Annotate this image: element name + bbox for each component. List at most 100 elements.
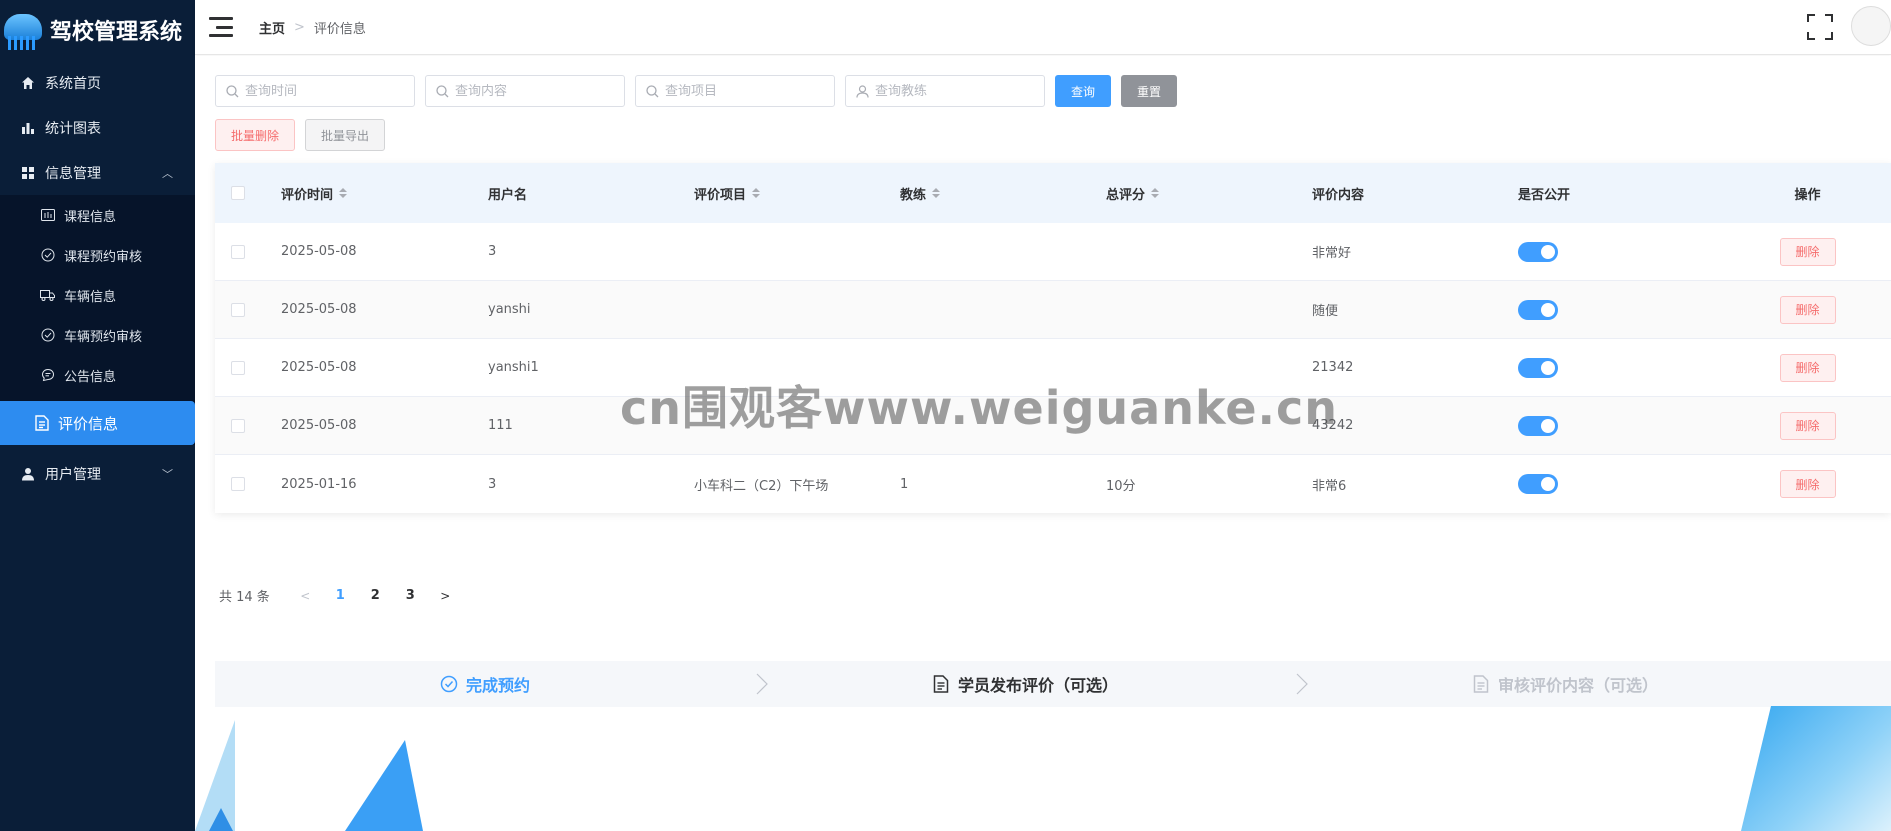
breadcrumb-home[interactable]: 主页 (259, 18, 285, 37)
cell-user: 3 (488, 244, 497, 259)
table-row: 2025-05-08 yanshi 随便 删除 (215, 281, 1891, 339)
menu-toggle-icon[interactable] (209, 17, 233, 37)
sort-icon[interactable] (932, 188, 941, 198)
step-label: 学员发布评价（可选） (957, 676, 1118, 695)
search-toolbar: 查询 重置 (215, 75, 1177, 107)
public-toggle[interactable] (1518, 415, 1558, 436)
column-label: 操作 (1794, 187, 1821, 203)
delete-button[interactable]: 删除 (1779, 353, 1836, 382)
document-icon (34, 415, 49, 431)
cell-content: 非常好 (1312, 246, 1352, 261)
column-header-score[interactable]: 总评分 (1106, 184, 1312, 203)
sort-icon[interactable] (1151, 188, 1160, 198)
batch-delete-button[interactable]: 批量删除 (215, 119, 295, 151)
home-icon (20, 75, 36, 91)
column-label: 评价项目 (694, 187, 747, 203)
search-coach-box (845, 75, 1045, 107)
search-content-box (425, 75, 625, 107)
user-icon (20, 466, 36, 482)
delete-button[interactable]: 删除 (1779, 237, 1836, 266)
sidebar-item-label: 统计图表 (45, 120, 101, 137)
batch-export-button[interactable]: 批量导出 (305, 119, 385, 151)
course-icon (40, 208, 55, 223)
next-page-icon[interactable]: > (428, 589, 463, 603)
select-all-checkbox[interactable] (231, 186, 245, 200)
public-toggle[interactable] (1518, 241, 1558, 262)
avatar[interactable] (1851, 6, 1891, 46)
process-steps: 完成预约 学员发布评价（可选） 审核评价内容（可选） (215, 661, 1891, 707)
row-checkbox[interactable] (231, 477, 245, 491)
column-header-item[interactable]: 评价项目 (694, 184, 900, 203)
sidebar-item-course-info[interactable]: 课程信息 (0, 195, 195, 235)
batch-toolbar: 批量删除 批量导出 (215, 119, 385, 151)
submenu-info: 课程信息 课程预约审核 车辆信息 车辆预约审核 公告信息 评价信息 (0, 195, 195, 445)
search-item-input[interactable] (665, 83, 825, 99)
sidebar-item-notice-info[interactable]: 公告信息 (0, 355, 195, 395)
decorative-shape (209, 808, 233, 831)
search-icon (645, 84, 659, 98)
search-content-input[interactable] (455, 83, 615, 99)
sidebar-item-course-review[interactable]: 课程预约审核 (0, 235, 195, 275)
check-circle-icon (40, 248, 55, 263)
chevron-up-icon: ︿ (162, 167, 173, 180)
delete-button[interactable]: 删除 (1779, 411, 1836, 440)
fullscreen-icon[interactable] (1807, 14, 1833, 40)
bar-chart-icon (20, 120, 36, 136)
public-toggle[interactable] (1518, 299, 1558, 320)
app-title: 驾校管理系统 (50, 20, 183, 45)
column-header-user: 用户名 (488, 184, 694, 203)
public-toggle[interactable] (1518, 474, 1558, 494)
cell-coach: 1 (900, 476, 909, 492)
evaluation-table: 评价时间 用户名 评价项目 教练 总评分 评价内容 是否公开 操作 2025-0… (215, 163, 1891, 513)
check-circle-icon (40, 328, 55, 343)
column-label: 总评分 (1106, 187, 1146, 203)
step-label: 审核评价内容（可选） (1497, 676, 1658, 695)
row-checkbox[interactable] (231, 360, 245, 375)
sort-icon[interactable] (752, 188, 761, 198)
reset-button[interactable]: 重置 (1121, 75, 1177, 107)
search-item-box (635, 75, 835, 107)
cell-time: 2025-05-08 (281, 418, 357, 433)
search-time-box (215, 75, 415, 107)
row-checkbox[interactable] (231, 244, 245, 259)
breadcrumb: 主页 > 评价信息 (259, 18, 366, 37)
sidebar-item-label: 用户管理 (45, 466, 101, 483)
pagination: 共 14 条 < 1 2 3 > (219, 586, 463, 605)
sidebar-item-evaluation-info[interactable]: 评价信息 (0, 401, 195, 445)
prev-page-icon[interactable]: < (288, 589, 323, 603)
column-header-time[interactable]: 评价时间 (281, 184, 488, 203)
sidebar-item-label: 课程预约审核 (64, 249, 143, 265)
search-time-input[interactable] (245, 83, 405, 99)
sidebar-item-home[interactable]: 系统首页 (0, 60, 195, 105)
cell-content: 随便 (1312, 304, 1339, 319)
cell-user: 3 (488, 476, 497, 492)
page-button-1[interactable]: 1 (323, 588, 358, 603)
query-button[interactable]: 查询 (1055, 75, 1111, 107)
check-circle-icon (440, 675, 458, 693)
sidebar-item-user-management[interactable]: 用户管理 ﹀ (0, 451, 195, 496)
table-row: 2025-01-16 3 小车科二（C2）下午场 1 10分 非常6 删除 (215, 455, 1891, 513)
public-toggle[interactable] (1518, 357, 1558, 378)
sidebar-item-vehicle-review[interactable]: 车辆预约审核 (0, 315, 195, 355)
page-button-2[interactable]: 2 (358, 588, 393, 603)
sidebar-menu-bottom: 用户管理 ﹀ (0, 451, 195, 496)
delete-button[interactable]: 删除 (1779, 470, 1836, 498)
cell-user: 111 (488, 418, 513, 433)
sort-icon[interactable] (339, 188, 348, 198)
sidebar-item-vehicle-info[interactable]: 车辆信息 (0, 275, 195, 315)
sidebar-menu: 系统首页 统计图表 信息管理 ︿ (0, 60, 195, 195)
sidebar-item-label: 系统首页 (45, 75, 101, 92)
sidebar-item-charts[interactable]: 统计图表 (0, 105, 195, 150)
sidebar-item-info-management[interactable]: 信息管理 ︿ (0, 150, 195, 195)
delete-button[interactable]: 删除 (1779, 295, 1836, 324)
column-header-coach[interactable]: 教练 (900, 184, 1106, 203)
page-button-3[interactable]: 3 (393, 588, 428, 603)
row-checkbox[interactable] (231, 418, 245, 433)
column-label: 评价时间 (281, 187, 334, 203)
document-icon (932, 675, 950, 693)
sidebar-item-label: 车辆信息 (64, 289, 117, 305)
search-coach-input[interactable] (875, 83, 1035, 99)
row-checkbox[interactable] (231, 302, 245, 317)
cell-time: 2025-01-16 (281, 476, 357, 492)
main-content: 查询 重置 批量删除 批量导出 评价时间 用户名 评价项目 教练 总评分 评价内… (195, 56, 1891, 831)
